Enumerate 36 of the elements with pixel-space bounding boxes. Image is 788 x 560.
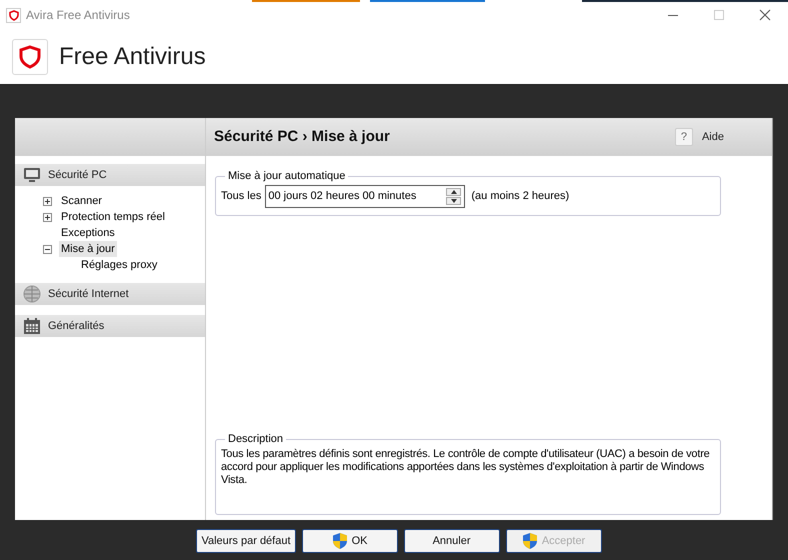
group-legend: Description <box>225 431 286 448</box>
section-label: Généralités <box>48 318 104 334</box>
logo-icon <box>12 39 48 75</box>
dialog-button[interactable]: Valeurs par défaut <box>196 529 296 553</box>
breadcrumb: Sécurité PC › Mise à jour <box>214 126 390 147</box>
interval-label: Tous les <box>221 188 262 204</box>
expand-icon[interactable] <box>43 212 52 222</box>
group-legend: Mise à jour automatique <box>225 168 348 184</box>
interval-hint: (au moins 2 heures) <box>471 188 570 204</box>
app-icon <box>6 8 21 22</box>
description-text: Tous les paramètres définis sont enregistrés. Le contrôle de compte d'utilisateur (UAC) a besoin de votre accord pour appliquer les modifications apportées dans les systèmes d'exploitation à partir de Windows Vista. <box>221 448 711 486</box>
monitor-icon <box>23 167 41 183</box>
dialog-button[interactable]: Annuler <box>404 529 500 553</box>
section-label: Sécurité PC <box>48 168 107 183</box>
tree-item[interactable]: Exceptions <box>59 224 117 242</box>
help-link[interactable]: Aide <box>702 128 724 146</box>
window-title: Avira Free Antivirus <box>26 7 130 24</box>
expand-icon[interactable] <box>43 196 52 206</box>
close-icon[interactable] <box>759 9 771 21</box>
globe-icon <box>23 285 41 303</box>
collapse-icon[interactable] <box>43 244 52 254</box>
calendar-icon <box>23 317 41 335</box>
help-button[interactable]: ? <box>674 128 693 146</box>
tree-item[interactable]: Scanner <box>59 192 104 210</box>
tree-item[interactable]: Mise à jour <box>59 240 117 258</box>
section-label: Sécurité Internet <box>48 286 129 302</box>
tree-item[interactable]: Réglages proxy <box>79 256 160 274</box>
sidebar-section[interactable]: Sécurité PC <box>15 164 205 186</box>
sidebar-section[interactable]: Sécurité Internet <box>15 283 205 305</box>
interval-spinner[interactable]: 00 jours 02 heures 00 minutes <box>265 184 466 208</box>
sidebar-section[interactable]: Généralités <box>15 315 205 337</box>
dialog-button[interactable]: OK <box>302 529 398 553</box>
shield-icon <box>522 532 538 550</box>
tree-item[interactable]: Protection temps réel <box>59 208 167 226</box>
shield-icon <box>332 532 348 550</box>
app-title: Free Antivirus <box>59 42 206 72</box>
